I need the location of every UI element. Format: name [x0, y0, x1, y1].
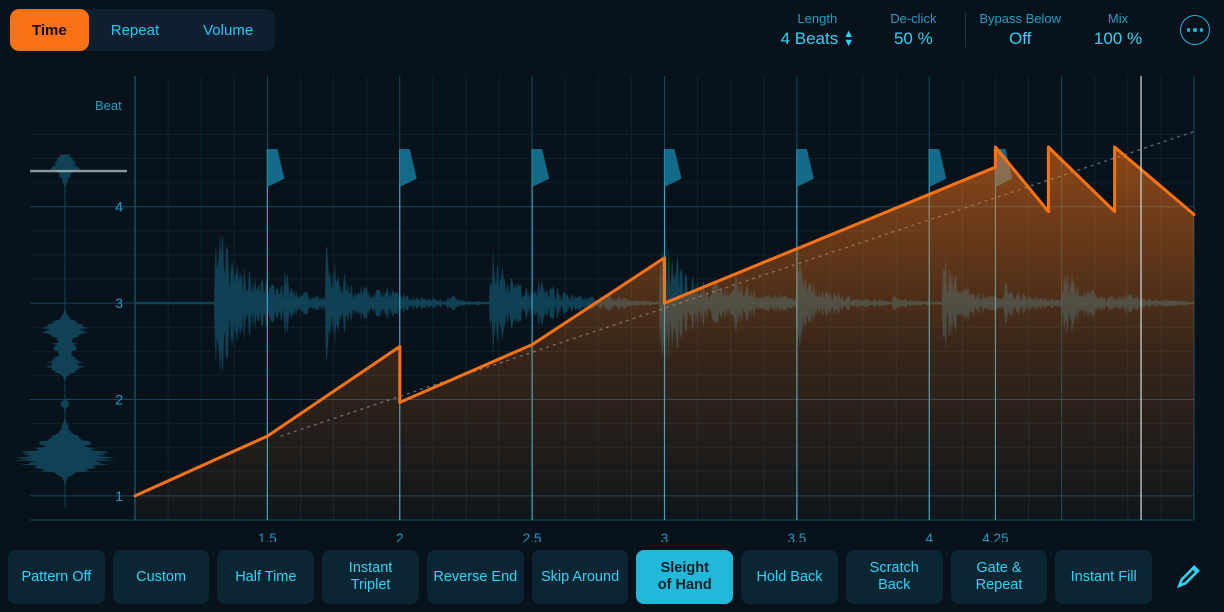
x-axis-tick-label: 2: [396, 531, 404, 542]
preset-label: Half Time: [235, 568, 297, 585]
preset-label: Custom: [136, 568, 187, 585]
preset-skip-around[interactable]: Skip Around: [531, 550, 629, 604]
preset-reverse-end[interactable]: Reverse End: [426, 550, 524, 604]
time-curve-editor[interactable]: Beat 1 2 3 4 1.5 2 2.5 3 3.5 4 4.25: [0, 60, 1224, 542]
mode-tab-group: Time Repeat Volume: [10, 9, 276, 51]
param-mix-label: Mix: [1107, 11, 1129, 26]
preset-pattern-off[interactable]: Pattern Off: [8, 550, 105, 604]
param-length-value[interactable]: 4 Beats ▲ ▼: [781, 28, 855, 50]
x-axis-tick-label: 4.25: [982, 531, 1008, 542]
preset-label: Gate & Repeat: [975, 560, 1023, 593]
preset-label: Instant Triplet: [348, 560, 393, 593]
param-length[interactable]: Length 4 Beats ▲ ▼: [769, 10, 865, 50]
stepper-arrows-icon[interactable]: ▲ ▼: [843, 29, 854, 49]
preset-hold-back[interactable]: Hold Back: [741, 550, 838, 604]
x-axis-tick-label: 3.5: [787, 531, 806, 542]
param-bypass-below-label: Bypass Below: [979, 11, 1061, 26]
param-mix-value-text: 100 %: [1093, 29, 1143, 48]
y-axis-tick-label: 2: [115, 392, 123, 408]
preset-label: Hold Back: [756, 568, 823, 585]
mode-tab-volume[interactable]: Volume: [181, 9, 275, 51]
top-toolbar: Time Repeat Volume Length 4 Beats ▲ ▼ De-click…: [0, 0, 1224, 60]
preset-label: Pattern Off: [21, 568, 92, 585]
preset-instant-triplet[interactable]: Instant Triplet: [322, 550, 419, 604]
mode-tab-time[interactable]: Time: [10, 9, 89, 51]
x-axis-tick-label: 2.5: [523, 531, 542, 542]
preset-label: Instant Fill: [1070, 568, 1137, 585]
mode-tab-repeat[interactable]: Repeat: [89, 9, 181, 51]
param-length-value-text: 4 Beats: [780, 29, 839, 48]
preset-instant-fill[interactable]: Instant Fill: [1055, 550, 1153, 604]
preset-label: Sleight of Hand: [657, 560, 712, 593]
preset-gate-repeat[interactable]: Gate & Repeat: [950, 550, 1048, 604]
parameter-divider: [965, 13, 967, 47]
preset-custom[interactable]: Custom: [112, 550, 210, 604]
param-declick-value[interactable]: 50 %: [894, 28, 933, 50]
param-mix[interactable]: Mix 100 %: [1070, 10, 1166, 50]
x-axis-tick-label: 1.5: [258, 531, 277, 542]
y-axis-tick-label: 3: [115, 295, 123, 311]
y-axis-tick-label: 4: [115, 199, 123, 215]
x-axis-tick-label: 3: [661, 531, 669, 542]
parameter-group: Length 4 Beats ▲ ▼ De-click 50 % Bypass Below O…: [769, 0, 1210, 60]
param-bypass-below-value[interactable]: Off: [1009, 28, 1031, 50]
x-axis-tick-label: 4: [925, 531, 933, 542]
preset-scratch-back[interactable]: Scratch Back: [845, 550, 943, 604]
time-curve-canvas[interactable]: 1 2 3 4 1.5 2 2.5 3 3.5 4 4.25: [0, 60, 1224, 542]
param-bypass-below-value-text: Off: [1008, 29, 1032, 48]
param-bypass-below[interactable]: Bypass Below Off: [970, 10, 1070, 50]
param-length-label: Length: [797, 11, 838, 26]
y-axis-tick-label: 1: [115, 488, 123, 504]
more-options-icon[interactable]: [1180, 15, 1210, 45]
preset-half-time[interactable]: Half Time: [217, 550, 315, 604]
preset-sleight-of-hand[interactable]: Sleight of Hand: [636, 550, 734, 604]
pencil-icon[interactable]: [1160, 550, 1216, 604]
preset-label: Reverse End: [433, 568, 518, 585]
param-declick[interactable]: De-click 50 %: [865, 10, 961, 50]
overview-waveform: [12, 154, 118, 508]
param-mix-value[interactable]: 100 %: [1094, 28, 1142, 50]
preset-label: Skip Around: [540, 568, 620, 585]
preset-label: Scratch Back: [869, 560, 919, 593]
param-declick-value-text: 50 %: [893, 29, 933, 48]
param-declick-label: De-click: [890, 11, 937, 26]
preset-bar: Pattern Off Custom Half Time Instant Triple…: [0, 542, 1224, 612]
